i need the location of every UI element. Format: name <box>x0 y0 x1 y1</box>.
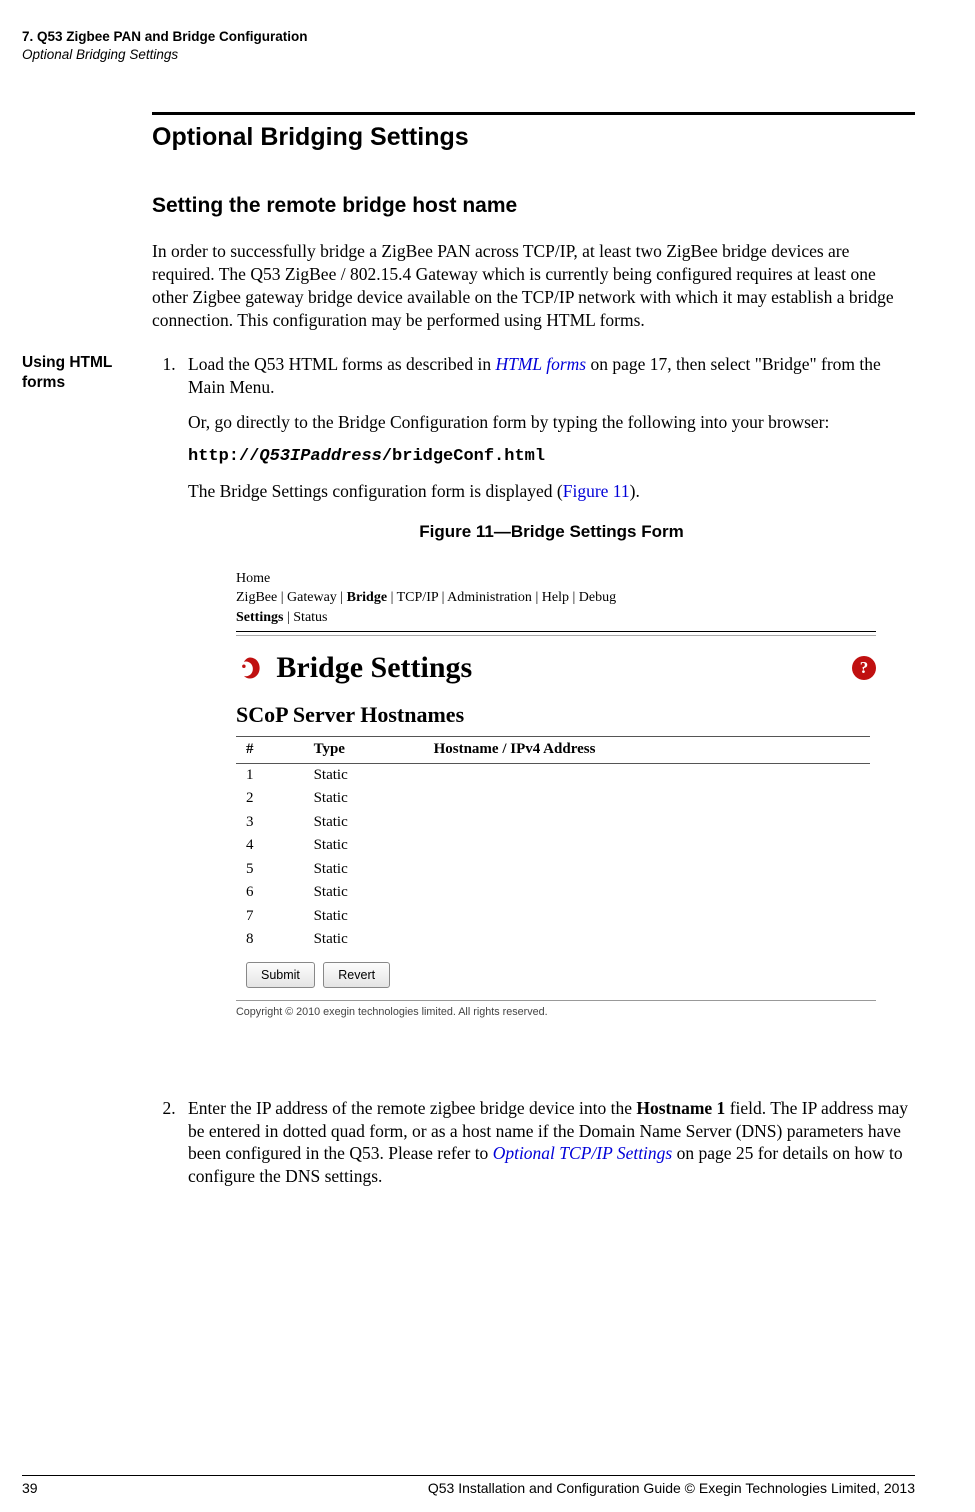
margin-note: Using HTML forms <box>22 353 152 392</box>
section-rule <box>152 112 915 115</box>
hostname-5-field[interactable] <box>428 858 870 882</box>
header-chapter: 7. Q53 Zigbee PAN and Bridge Configurati… <box>22 28 915 46</box>
figure-title-row: Bridge Settings ? <box>236 648 876 687</box>
link-html-forms[interactable]: HTML forms <box>495 354 586 374</box>
nav-line-1: Home <box>236 569 876 589</box>
figure-copyright: Copyright © 2010 exegin technologies lim… <box>236 1000 876 1019</box>
help-icon[interactable]: ? <box>852 656 876 680</box>
step-1: Load the Q53 HTML forms as described in … <box>180 353 915 1018</box>
table-row: 4Static <box>236 834 870 858</box>
submit-button[interactable]: Submit <box>246 962 315 988</box>
link-tcpip-settings[interactable]: Optional TCP/IP Settings <box>493 1143 673 1163</box>
nav-line-2: ZigBee | Gateway | Bridge | TCP/IP | Adm… <box>236 588 876 608</box>
table-row: 5Static <box>236 858 870 882</box>
button-row: Submit Revert <box>246 962 876 988</box>
nav-tcpip[interactable]: TCP/IP <box>397 590 439 605</box>
table-row: 3Static <box>236 811 870 835</box>
figure-title-left: Bridge Settings <box>236 648 472 687</box>
hostname-3-field[interactable] <box>428 811 870 835</box>
table-row: 7Static <box>236 905 870 929</box>
hostname-2-field[interactable] <box>428 787 870 811</box>
code-url: http://Q53IPaddress/bridgeConf.html <box>188 446 915 468</box>
hostname-8-field[interactable] <box>428 928 870 952</box>
col-host: Hostname / IPv4 Address <box>428 737 870 764</box>
nav-gateway[interactable]: Gateway <box>287 590 337 605</box>
col-num: # <box>236 737 308 764</box>
header-section: Optional Bridging Settings <box>22 46 915 64</box>
table-row: 6Static <box>236 881 870 905</box>
nav-admin[interactable]: Administration <box>447 590 532 605</box>
figure-nav: Home ZigBee | Gateway | Bridge | TCP/IP … <box>236 569 876 628</box>
nav-debug[interactable]: Debug <box>579 590 616 605</box>
step-2: Enter the IP address of the remote zigbe… <box>180 1097 915 1188</box>
step2-bold: Hostname 1 <box>636 1098 725 1118</box>
section-title: Optional Bridging Settings <box>152 123 915 152</box>
page-header: 7. Q53 Zigbee PAN and Bridge Configurati… <box>22 28 915 64</box>
figure-title-text: Bridge Settings <box>276 651 472 684</box>
page-footer: 39 Q53 Installation and Configuration Gu… <box>22 1475 915 1496</box>
step1-text-pre: Load the Q53 HTML forms as described in <box>188 354 495 374</box>
figure-rule-2 <box>236 635 876 636</box>
hostname-6-field[interactable] <box>428 881 870 905</box>
step1-result: The Bridge Settings configuration form i… <box>188 480 915 503</box>
col-type: Type <box>308 737 428 764</box>
page-number: 39 <box>22 1480 38 1496</box>
table-row: 2Static <box>236 787 870 811</box>
exegin-logo-icon <box>236 654 264 682</box>
content-column: Optional Bridging Settings Setting the r… <box>152 112 915 331</box>
step1-or: Or, go directly to the Bridge Configurat… <box>188 411 915 434</box>
nav-zigbee[interactable]: ZigBee <box>236 590 277 605</box>
figure-caption: Figure 11—Bridge Settings Form <box>188 521 915 543</box>
subsection-title: Setting the remote bridge host name <box>152 194 915 218</box>
nav-bridge[interactable]: Bridge <box>347 590 387 605</box>
scop-heading: SCoP Server Hostnames <box>236 701 876 730</box>
hostname-7-field[interactable] <box>428 905 870 929</box>
figure-rule-1 <box>236 631 876 632</box>
nav-help[interactable]: Help <box>542 590 569 605</box>
nav-settings[interactable]: Settings <box>236 610 283 625</box>
hostname-4-field[interactable] <box>428 834 870 858</box>
footer-text: Q53 Installation and Configuration Guide… <box>428 1480 915 1496</box>
revert-button[interactable]: Revert <box>323 962 390 988</box>
intro-paragraph: In order to successfully bridge a ZigBee… <box>152 240 915 331</box>
hostname-1-field[interactable] <box>428 763 870 787</box>
table-row: 8Static <box>236 928 870 952</box>
scop-table: # Type Hostname / IPv4 Address 1Static 2… <box>236 736 870 952</box>
step-block: Using HTML forms Load the Q53 HTML forms… <box>22 353 915 1199</box>
step-list: Load the Q53 HTML forms as described in … <box>152 353 915 1187</box>
link-figure-11[interactable]: Figure 11 <box>563 481 630 501</box>
figure-11: Home ZigBee | Gateway | Bridge | TCP/IP … <box>236 569 876 1019</box>
page: 7. Q53 Zigbee PAN and Bridge Configurati… <box>0 0 975 1512</box>
nav-status[interactable]: Status <box>293 610 327 625</box>
step2-pre: Enter the IP address of the remote zigbe… <box>188 1098 636 1118</box>
table-row: 1Static <box>236 763 870 787</box>
nav-line-3: Settings | Status <box>236 608 876 628</box>
